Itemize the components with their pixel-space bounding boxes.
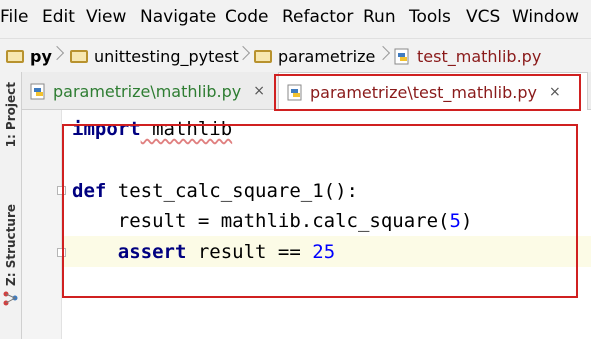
menu-bar: File Edit View Navigate Code Refactor Ru…	[0, 0, 591, 38]
breadcrumb-label: unittesting_pytest	[94, 46, 239, 66]
tab-label: parametrize\mathlib.py	[53, 81, 242, 101]
menu-window[interactable]: Window	[512, 7, 579, 27]
menu-edit[interactable]: Edit	[42, 7, 75, 27]
annotation-box-tab	[274, 74, 581, 111]
breadcrumb-item-test-mathlib[interactable]: test_mathlib.py	[394, 43, 541, 69]
menu-run[interactable]: Run	[363, 7, 396, 27]
python-file-icon	[30, 83, 45, 99]
menu-file[interactable]: File	[0, 7, 28, 27]
python-file-icon	[394, 48, 409, 64]
breadcrumb: py unittesting_pytest parametrize test_m…	[0, 38, 591, 72]
chevron-right-icon	[49, 45, 65, 61]
tool-window-label: Z: Structure	[4, 204, 18, 286]
annotation-box-code	[62, 124, 578, 298]
breadcrumb-item-unittesting-pytest[interactable]: unittesting_pytest	[70, 43, 239, 69]
tool-window-strip: 1: Project Z: Structure	[0, 72, 22, 339]
menu-vcs[interactable]: VCS	[466, 7, 500, 27]
breadcrumb-item-parametrize[interactable]: parametrize	[254, 43, 375, 69]
editor-gutter	[22, 110, 62, 339]
breadcrumb-item-py[interactable]: py	[6, 43, 52, 69]
menu-tools[interactable]: Tools	[409, 7, 451, 27]
folder-icon	[254, 49, 272, 63]
breadcrumb-label: test_mathlib.py	[417, 46, 542, 66]
close-icon[interactable]: ×	[253, 83, 265, 99]
structure-icon	[3, 291, 18, 306]
chevron-right-icon	[375, 45, 391, 61]
menu-navigate[interactable]: Navigate	[140, 7, 216, 27]
folder-icon	[6, 49, 24, 63]
tool-window-structure[interactable]: Z: Structure	[0, 204, 22, 286]
tab-mathlib[interactable]: parametrize\mathlib.py ×	[30, 72, 265, 110]
menu-refactor[interactable]: Refactor	[282, 7, 353, 27]
breadcrumb-label: parametrize	[278, 46, 376, 66]
menu-view[interactable]: View	[86, 7, 126, 27]
tool-window-label: 1: Project	[4, 82, 18, 148]
menu-code[interactable]: Code	[225, 7, 269, 27]
tool-window-project[interactable]: 1: Project	[0, 82, 22, 147]
folder-icon	[70, 49, 88, 63]
breadcrumb-label: py	[30, 46, 52, 66]
